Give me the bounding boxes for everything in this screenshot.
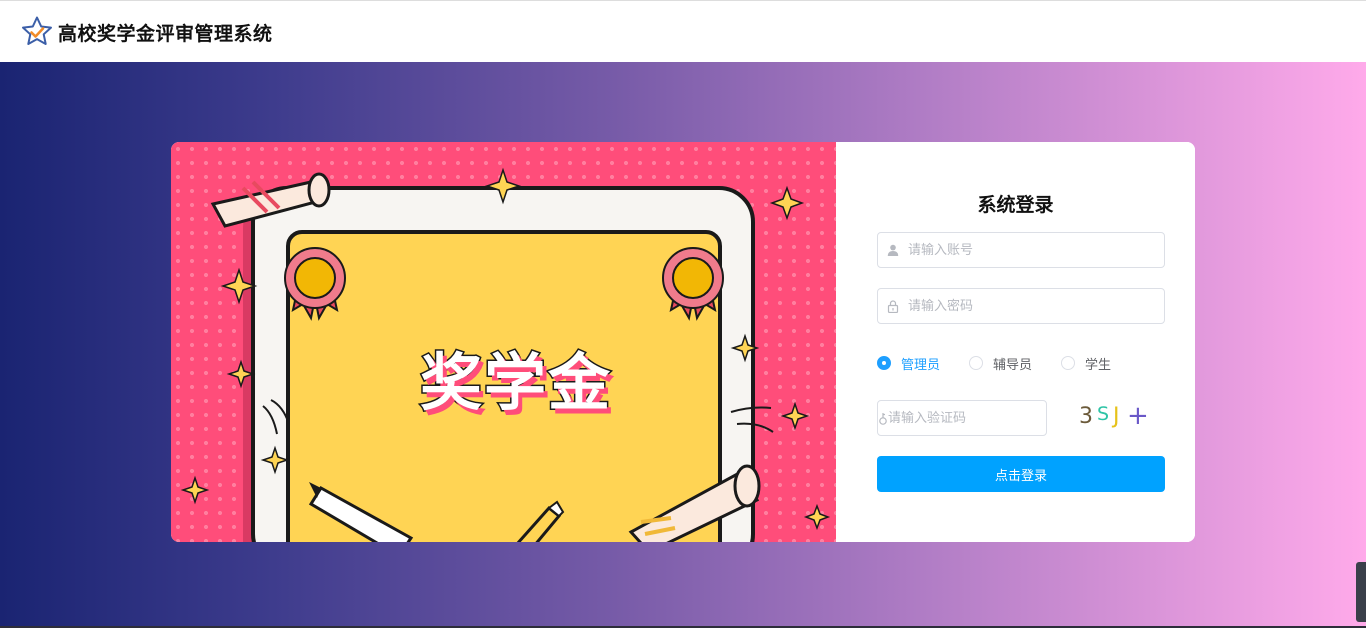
captcha-char-2: S [1097, 403, 1110, 425]
role-admin[interactable]: 管理员 [877, 354, 940, 373]
captcha-char-4: + [1127, 401, 1149, 431]
role-admin-label: 管理员 [901, 357, 941, 373]
star-check-icon [22, 16, 52, 45]
side-float-widget[interactable] [1356, 562, 1366, 622]
username-input[interactable] [908, 234, 1164, 266]
role-radio-group: 管理员 辅导员 学生 [877, 353, 1140, 373]
key-icon [878, 401, 888, 435]
role-counselor[interactable]: 辅导员 [969, 354, 1032, 373]
login-form: 系统登录 管理员 辅导员 学生 [836, 142, 1195, 542]
captcha-field[interactable] [877, 400, 1058, 436]
lock-icon [878, 289, 908, 323]
username-field[interactable] [877, 232, 1165, 268]
captcha-image[interactable]: 3 S J + [1073, 400, 1165, 436]
medal-right-icon [662, 247, 724, 321]
radio-counselor[interactable] [969, 356, 984, 370]
role-counselor-label: 辅导员 [993, 357, 1033, 373]
captcha-input[interactable] [888, 402, 1058, 434]
captcha-char-1: 3 [1079, 404, 1093, 429]
top-navbar: 高校奖学金评审管理系统 [0, 0, 1366, 62]
captcha-char-3: J [1113, 404, 1120, 429]
app-title: 高校奖学金评审管理系统 [58, 23, 273, 45]
password-field[interactable] [877, 288, 1165, 324]
role-student-label: 学生 [1085, 357, 1112, 373]
radio-admin[interactable] [877, 356, 891, 370]
scholarship-illustration: 奖学金 [171, 142, 836, 542]
login-button[interactable]: 点击登录 [877, 456, 1165, 492]
role-student[interactable]: 学生 [1061, 354, 1111, 373]
password-input[interactable] [908, 290, 1164, 322]
login-title: 系统登录 [977, 194, 1054, 216]
user-icon [878, 233, 908, 267]
medal-left-icon [284, 247, 346, 321]
login-card: 奖学金 系统登录 管理员 辅导员 [171, 142, 1195, 542]
banner-title: 奖学金 [418, 345, 612, 421]
radio-student[interactable] [1061, 356, 1076, 370]
